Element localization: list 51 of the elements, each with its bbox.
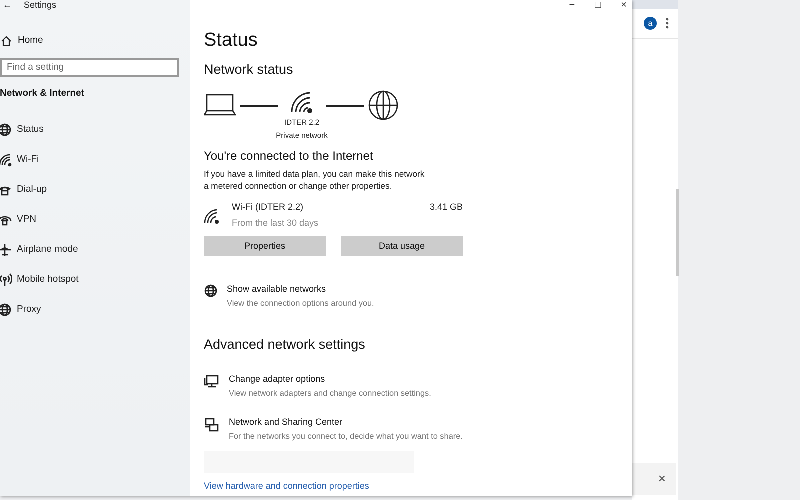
globe-icon (204, 284, 218, 298)
sidebar-item[interactable]: Wi-Fi (17, 153, 40, 168)
wifi-icon (204, 208, 220, 224)
connector-line (240, 105, 278, 107)
sidebar-item[interactable]: Proxy (17, 303, 42, 318)
minimize-button[interactable]: − (569, 0, 576, 13)
wifi-icon (290, 90, 314, 114)
window-title: Settings (24, 0, 57, 12)
sidebar-item[interactable]: Mobile hotspot (17, 273, 79, 288)
hardware-link[interactable]: View hardware and connection properties (204, 480, 370, 491)
sidebar-item[interactable]: Status (17, 123, 44, 138)
usage-period: From the last 30 days (232, 216, 319, 230)
more-icon[interactable] (666, 18, 669, 29)
scrollbar-thumb[interactable] (676, 189, 679, 276)
setting-description: For the networks you connect to, decide what you want to share. (229, 430, 463, 443)
globe-icon (0, 123, 12, 138)
wifi-icon (0, 153, 12, 168)
connection-description: If you have a limited data plan, you can make this network a metered connection or change other properties. (204, 168, 426, 192)
sidebar-item[interactable]: Dial-up (17, 183, 48, 198)
search-field[interactable]: Find a setting (0, 58, 179, 77)
sidebar-item[interactable]: Airplane mode (17, 243, 78, 258)
section-heading: Network & Internet (0, 87, 86, 101)
globe-icon (0, 303, 12, 318)
section-heading: Network status (204, 61, 294, 79)
close-button[interactable]: × (658, 469, 666, 489)
section-heading: Advanced network settings (204, 336, 366, 354)
connection-name: Wi-Fi (IDTER 2.2) (232, 201, 304, 214)
connection-heading: You're connected to the Internet (204, 148, 374, 166)
action-button[interactable]: Properties (204, 236, 326, 256)
close-button[interactable]: × (621, 0, 627, 13)
setting-description: View the connection options around you. (227, 298, 374, 310)
sidebar-item[interactable]: VPN (17, 213, 37, 228)
airplane-icon (0, 243, 12, 258)
setting-link[interactable]: Show available networks (227, 283, 374, 297)
laptop-icon (204, 94, 236, 116)
page-title: Status (204, 30, 259, 52)
maximize-button[interactable]: □ (595, 0, 602, 13)
connector-line (326, 105, 364, 107)
setting-description: View network adapters and change connection settings. (229, 388, 432, 400)
avatar[interactable]: a (644, 17, 657, 30)
computers-icon (204, 417, 220, 434)
data-usage-amount: 3.41 GB (430, 201, 463, 214)
monitor-icon (204, 374, 220, 390)
hotspot-icon (0, 273, 12, 288)
home-link[interactable]: Home (18, 34, 44, 48)
setting-link[interactable]: Network and Sharing Center (229, 416, 463, 430)
setting-link[interactable]: Change adapter options (229, 373, 432, 387)
action-button[interactable]: Data usage (341, 236, 463, 256)
home-icon (1, 36, 12, 46)
globe-icon (368, 90, 399, 122)
back-button[interactable]: ← (3, 0, 12, 13)
